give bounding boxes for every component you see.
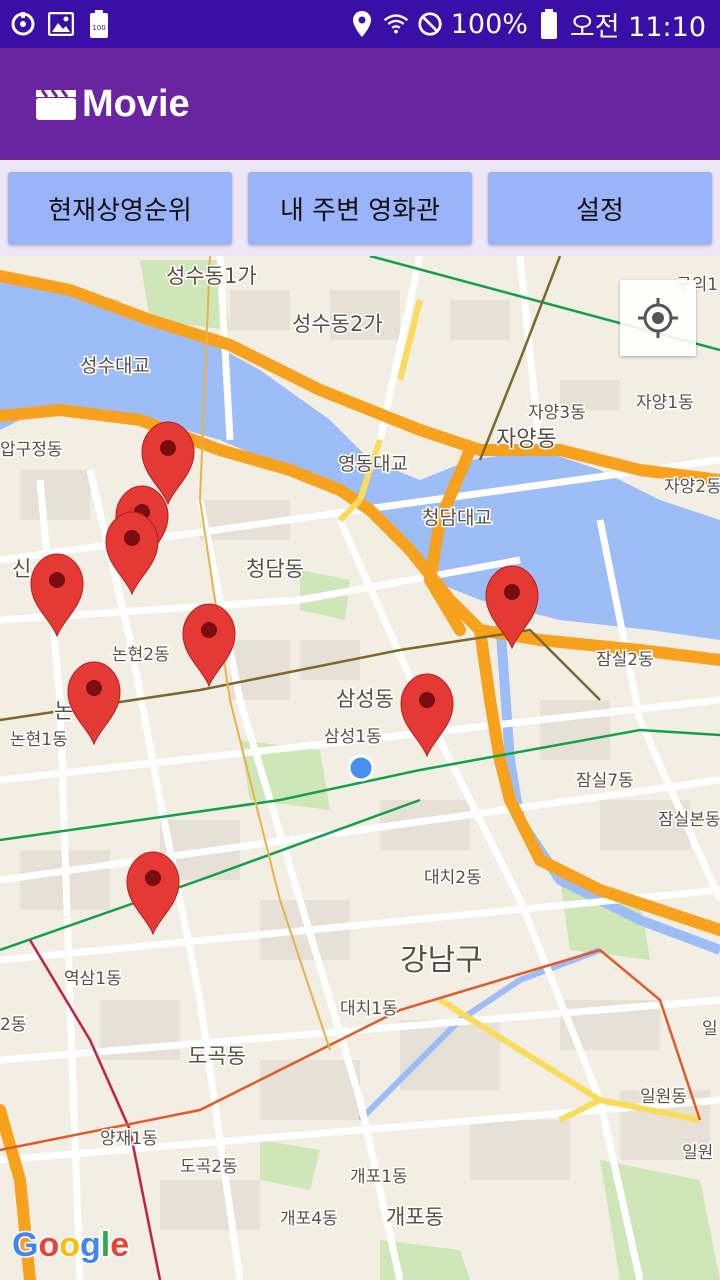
button-row: 현재상영순위 내 주변 영화관 설정 [0,160,720,256]
map-label: 청담대교 [422,507,492,529]
map-label: 성수동2가 [292,312,383,336]
map-label: 개포4동 [280,1209,338,1229]
battery-icon [536,9,562,39]
battery-percent: 100% [450,8,528,40]
map-label: 압구정동 [0,440,63,460]
ranking-button[interactable]: 현재상영순위 [8,172,232,244]
map-label: 강남구 [400,943,483,978]
map-label: 삼성동 [336,687,394,711]
no-sound-icon [417,11,443,37]
app-bar: Movie [0,48,720,160]
map-label: 일원동 [640,1087,687,1107]
app-title: Movie [82,82,190,125]
clock: 오전 11:10 [569,11,706,43]
image-icon [48,11,74,37]
map-label: 자양2동 [664,477,720,497]
map-label: 영동대교 [338,453,408,475]
map-label: 잠실7동 [576,771,634,791]
my-location-button[interactable] [620,280,696,356]
battery-saver-icon: 100 [86,10,112,38]
map-label: 개포동 [386,1205,444,1229]
map-label: 성수동1가 [166,264,257,288]
map-label: 일원 [682,1143,713,1163]
map-view[interactable]: 성수동1가 성수동2가 성수대교 자양3동 자양1동 자양동 영동대교 압구정동… [0,256,720,1280]
map-label: 대치2동 [424,868,482,888]
map-label: 대치1동 [340,999,398,1019]
wifi-icon [383,11,409,37]
map-label: 논현2동 [112,645,170,665]
status-bar: 100 100% 오전 11:10 [0,0,720,48]
current-location-dot [347,754,375,782]
map-label: 도곡2동 [180,1157,238,1177]
nearby-theaters-button[interactable]: 내 주변 영화관 [248,172,472,244]
map-label: 일 [702,1019,718,1039]
sync-icon [10,11,36,37]
map-label: 잠실2동 [596,650,654,670]
map-label: 역삼1동 [64,969,122,989]
location-icon [349,11,375,37]
map-canvas[interactable]: 성수동1가 성수동2가 성수대교 자양3동 자양1동 자양동 영동대교 압구정동… [0,256,720,1280]
map-label: 양재1동 [100,1129,158,1149]
map-label: 자양3동 [528,403,586,423]
clapperboard-icon [36,88,76,120]
svg-text:100: 100 [92,24,105,32]
map-label: 삼성1동 [324,727,382,747]
map-label: 신 [12,557,31,581]
svg-text:Google: Google [12,1226,129,1264]
google-logo: Google [12,1224,132,1265]
map-label: 자양1동 [636,393,694,413]
map-label: 2동 [0,1015,26,1035]
map-label: 자양동 [496,427,557,452]
map-label: 잠실본동 [658,810,720,830]
map-label: 논현1동 [10,730,68,750]
settings-button[interactable]: 설정 [488,172,712,244]
map-label: 개포1동 [350,1167,408,1187]
my-location-icon [636,296,680,340]
map-label: 청담동 [246,557,304,581]
map-label: 성수대교 [80,355,150,377]
map-label: 도곡동 [188,1044,246,1068]
